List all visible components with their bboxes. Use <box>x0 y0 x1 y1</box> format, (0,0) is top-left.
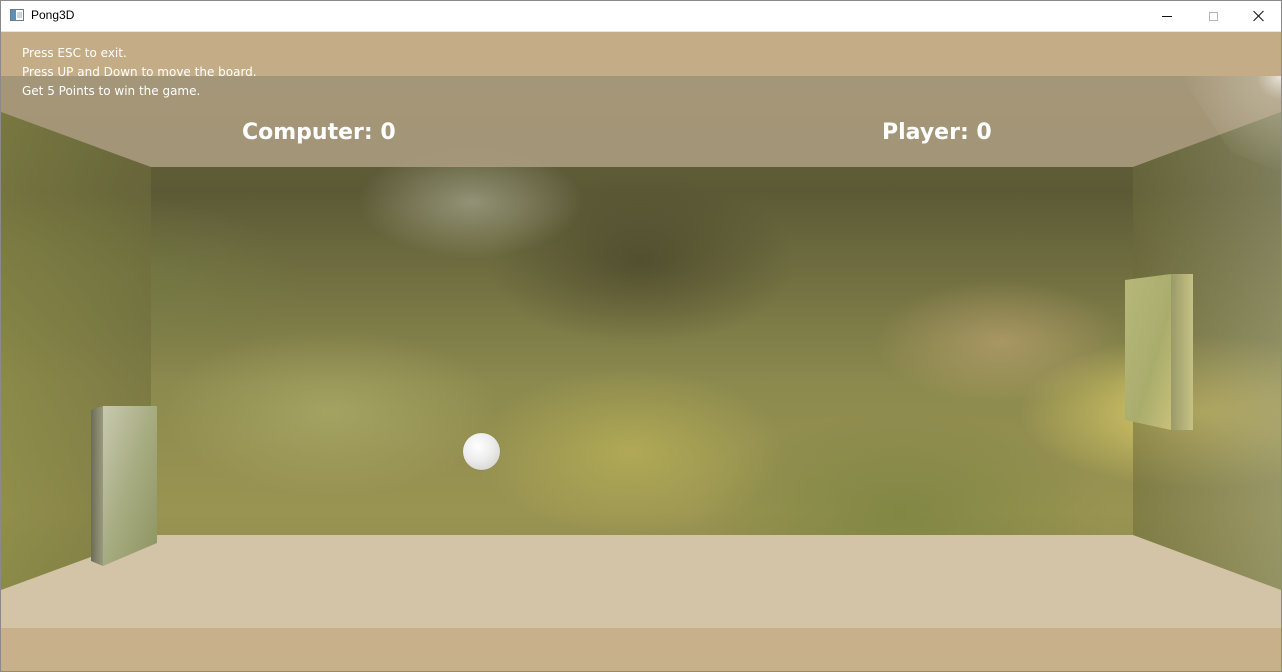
instruction-move: Press UP and Down to move the board. <box>22 65 257 79</box>
computer-score: Computer: 0 <box>242 120 396 145</box>
maximize-button[interactable] <box>1190 1 1236 31</box>
minimize-icon <box>1162 15 1172 17</box>
instruction-exit: Press ESC to exit. <box>22 46 127 60</box>
back-wall <box>1 32 1281 671</box>
player-score: Player: 0 <box>882 120 992 145</box>
window-title: Pong3D <box>31 8 75 22</box>
game-viewport[interactable]: Press ESC to exit. Press UP and Down to … <box>1 32 1281 671</box>
ball <box>463 433 500 470</box>
player-paddle <box>1125 274 1193 430</box>
app-icon <box>10 9 24 21</box>
floor-band <box>1 628 1281 671</box>
maximize-icon <box>1208 11 1218 21</box>
game-window: Pong3D Press ESC to exit. Press UP and D… <box>0 0 1282 672</box>
close-button[interactable] <box>1236 1 1281 31</box>
minimize-button[interactable] <box>1144 1 1190 31</box>
computer-paddle <box>91 406 157 566</box>
close-icon <box>1253 10 1265 22</box>
title-bar[interactable]: Pong3D <box>1 1 1281 32</box>
instruction-win: Get 5 Points to win the game. <box>22 84 201 98</box>
